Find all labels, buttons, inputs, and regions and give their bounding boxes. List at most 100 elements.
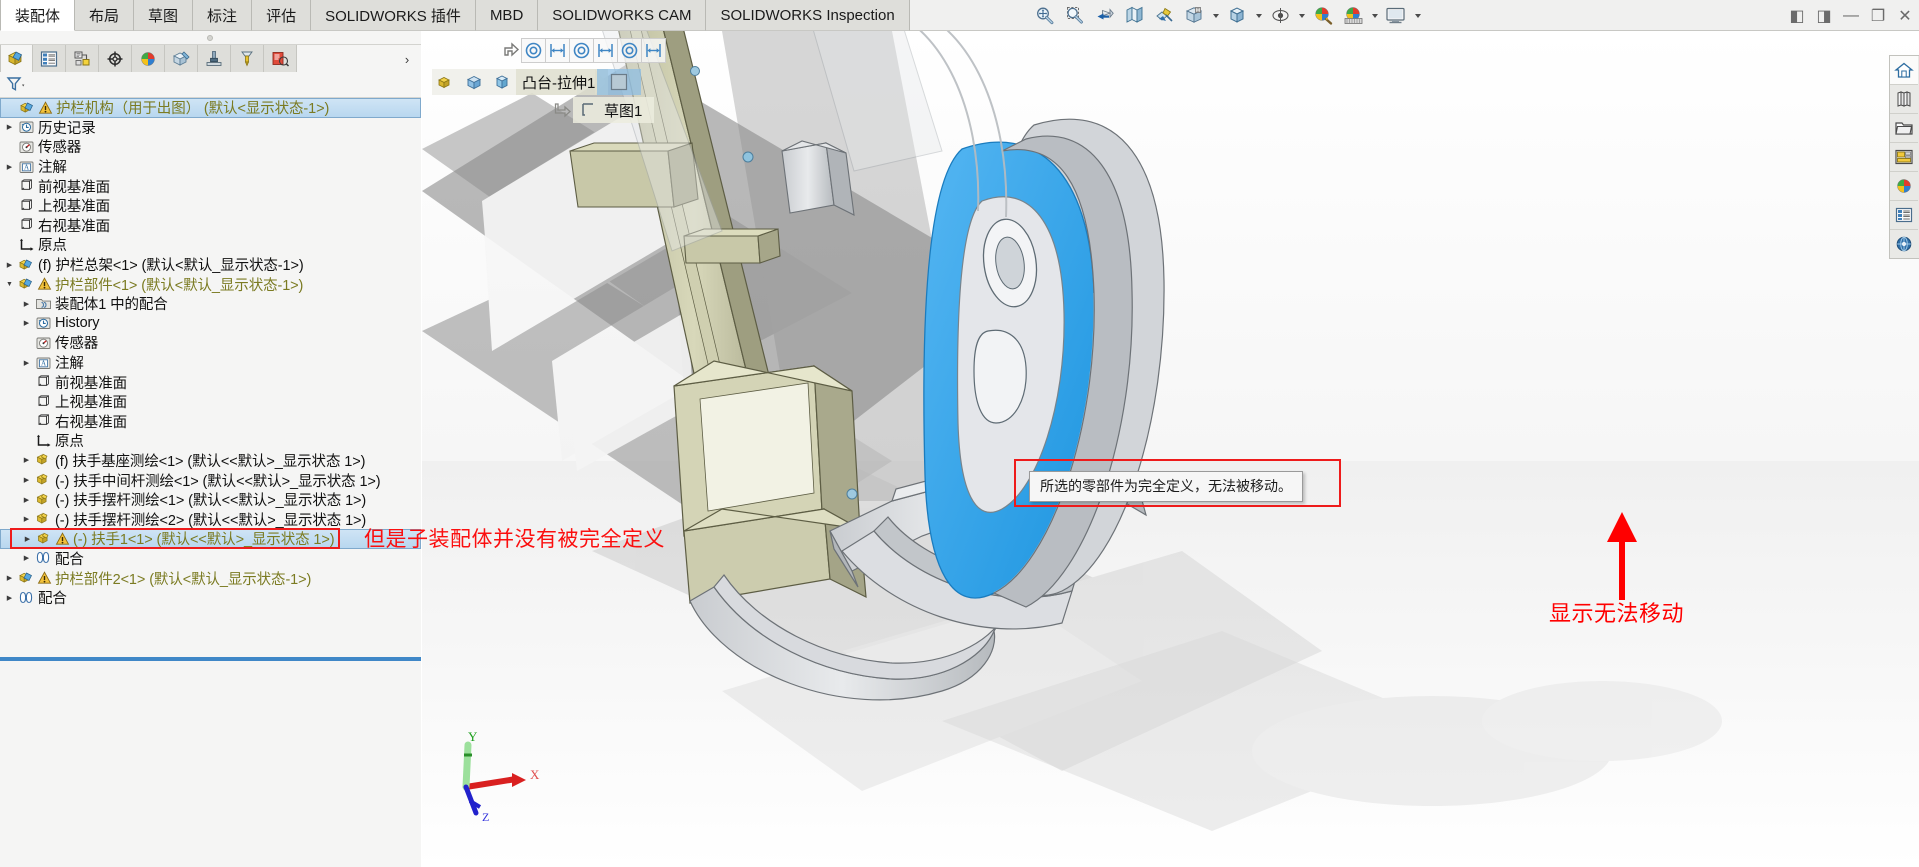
breadcrumb-sketch[interactable]: 草图1	[573, 97, 655, 123]
tree-row-4[interactable]: 前视基准面	[0, 176, 421, 196]
tree-expand-arrow[interactable]	[2, 281, 17, 288]
concentric-mate-icon[interactable]	[521, 38, 546, 63]
display-manager-tab[interactable]	[132, 45, 165, 72]
ribbon-tab-6[interactable]: MBD	[475, 0, 539, 31]
configuration-manager-tab[interactable]	[66, 45, 99, 72]
chevron-down-icon[interactable]	[1253, 3, 1264, 29]
tree-row-14[interactable]: 前视基准面	[0, 372, 421, 392]
view-settings-icon[interactable]	[1180, 2, 1208, 30]
maximize-button[interactable]: ❐	[1868, 6, 1888, 26]
tree-expand-arrow[interactable]	[20, 535, 35, 543]
close-button[interactable]: ✕	[1895, 6, 1915, 26]
restore-right-button[interactable]: ◨	[1814, 6, 1834, 26]
panel-grip[interactable]	[0, 31, 421, 44]
feature-tree[interactable]: 护栏机构（用于出图） (默认<显示状态-1>)历史记录传感器A注解前视基准面上视…	[0, 98, 421, 657]
tree-expand-arrow[interactable]	[19, 554, 34, 562]
tree-row-5[interactable]: 上视基准面	[0, 196, 421, 216]
design-library-icon[interactable]	[1890, 85, 1918, 114]
tree-expand-arrow[interactable]	[2, 574, 17, 582]
dimxpert-manager-tab[interactable]	[99, 45, 132, 72]
ribbon-tab-1[interactable]: 布局	[75, 0, 135, 31]
restore-left-button[interactable]: ◧	[1787, 6, 1807, 26]
tree-row-8[interactable]: (f) 护栏总架<1> (默认<默认_显示状态-1>)	[0, 255, 421, 275]
tree-row-0[interactable]: 护栏机构（用于出图） (默认<显示状态-1>)	[0, 98, 421, 118]
tree-row-17[interactable]: 原点	[0, 431, 421, 451]
cam-feature-tree-tab[interactable]	[165, 45, 198, 72]
3dexperience-icon[interactable]	[1890, 230, 1918, 258]
tree-row-11[interactable]: History	[0, 314, 421, 334]
concentric-mate-3-icon[interactable]	[617, 38, 642, 63]
distance-mate-icon[interactable]	[545, 38, 570, 63]
ribbon-tab-4[interactable]: 评估	[252, 0, 312, 31]
concentric-mate-2-icon[interactable]	[569, 38, 594, 63]
tree-row-18[interactable]: (f) 扶手基座测绘<1> (默认<<默认>_显示状态 1>)	[0, 451, 421, 471]
tree-row-9[interactable]: 护栏部件<1> (默认<默认_显示状态-1>)	[0, 274, 421, 294]
tree-row-15[interactable]: 上视基准面	[0, 392, 421, 412]
ribbon-tab-8[interactable]: SOLIDWORKS Inspection	[706, 0, 910, 31]
tree-row-25[interactable]: 配合	[0, 588, 421, 608]
section-view-icon[interactable]	[1120, 2, 1148, 30]
tree-expand-arrow[interactable]	[19, 456, 34, 464]
tree-expand-arrow[interactable]	[19, 476, 34, 484]
feature-manager-tab[interactable]	[0, 45, 33, 72]
apply-scene-icon[interactable]	[1339, 2, 1367, 30]
inspection-manager-tab[interactable]	[264, 45, 297, 72]
tree-row-23[interactable]: 配合	[0, 549, 421, 569]
tree-expand-arrow[interactable]	[19, 359, 34, 367]
tree-expand-arrow[interactable]	[2, 261, 17, 269]
ribbon-tab-5[interactable]: SOLIDWORKS 插件	[311, 0, 476, 31]
tree-row-10[interactable]: 装配体1 中的配合	[0, 294, 421, 314]
part-icon[interactable]	[432, 69, 460, 95]
filter-icon[interactable]	[5, 75, 27, 95]
chevron-down-icon[interactable]	[1296, 3, 1307, 29]
tree-row-22[interactable]: (-) 扶手1<1> (默认<<默认>_显示状态 1>)	[0, 529, 421, 549]
custom-properties-icon[interactable]	[1890, 201, 1918, 230]
breadcrumb-feature[interactable]: 凸台-拉伸1	[516, 69, 609, 95]
body-icon[interactable]	[460, 69, 488, 95]
chevron-down-icon[interactable]	[1412, 3, 1423, 29]
view-orientation-icon[interactable]	[1150, 2, 1178, 30]
zoom-to-area-icon[interactable]	[1060, 2, 1088, 30]
tree-row-13[interactable]: A 注解	[0, 353, 421, 373]
cam-operation-tree-tab[interactable]	[198, 45, 231, 72]
chevron-down-icon[interactable]	[1369, 3, 1380, 29]
distance-mate-2-icon[interactable]	[593, 38, 618, 63]
tree-row-12[interactable]: 传感器	[0, 333, 421, 353]
zoom-to-fit-icon[interactable]	[1030, 2, 1058, 30]
appearances-scenes-icon[interactable]	[1890, 172, 1918, 201]
ribbon-tab-7[interactable]: SOLIDWORKS CAM	[538, 0, 707, 31]
tree-row-1[interactable]: 历史记录	[0, 118, 421, 138]
tree-row-2[interactable]: 传感器	[0, 137, 421, 157]
tree-expand-arrow[interactable]	[2, 594, 17, 602]
property-manager-tab[interactable]	[33, 45, 66, 72]
graphics-area[interactable]: Y X Z 凸台-拉伸1 草图1 所选的零部件为完全定义，无法被移动。 显示无法…	[422, 31, 1919, 867]
chevron-down-icon[interactable]	[1210, 3, 1221, 29]
cam-tools-tree-tab[interactable]	[231, 45, 264, 72]
tree-row-20[interactable]: (-) 扶手摆杆测绘<1> (默认<<默认>_显示状态 1>)	[0, 490, 421, 510]
tree-expand-arrow[interactable]	[2, 163, 17, 171]
tree-expand-arrow[interactable]	[19, 300, 34, 308]
file-explorer-icon[interactable]	[1890, 114, 1918, 143]
ribbon-tab-2[interactable]: 草图	[134, 0, 194, 31]
minimize-button[interactable]: —	[1841, 6, 1861, 26]
edit-appearance-icon[interactable]	[1309, 2, 1337, 30]
panel-tabs-more-button[interactable]: ›	[399, 49, 415, 69]
tree-expand-arrow[interactable]	[2, 123, 17, 131]
tree-row-16[interactable]: 右视基准面	[0, 412, 421, 432]
display-style-icon[interactable]	[1223, 2, 1251, 30]
previous-view-icon[interactable]	[1090, 2, 1118, 30]
tree-expand-arrow[interactable]	[19, 496, 34, 504]
tree-expand-arrow[interactable]	[19, 515, 34, 523]
ribbon-tab-3[interactable]: 标注	[193, 0, 253, 31]
assembly-model-3d[interactable]: Y X Z	[422, 31, 1919, 867]
view-palette-icon[interactable]	[1890, 143, 1918, 172]
tree-row-3[interactable]: A 注解	[0, 157, 421, 177]
tree-row-6[interactable]: 右视基准面	[0, 216, 421, 236]
tree-row-21[interactable]: (-) 扶手摆杆测绘<2> (默认<<默认>_显示状态 1>)	[0, 509, 421, 529]
tree-expand-arrow[interactable]	[19, 319, 34, 327]
tree-row-19[interactable]: (-) 扶手中间杆测绘<1> (默认<<默认>_显示状态 1>)	[0, 470, 421, 490]
hide-show-items-icon[interactable]	[1266, 2, 1294, 30]
view-setting-display-icon[interactable]	[1382, 2, 1410, 30]
home-icon[interactable]	[1890, 56, 1918, 85]
face-icon[interactable]	[488, 69, 516, 95]
